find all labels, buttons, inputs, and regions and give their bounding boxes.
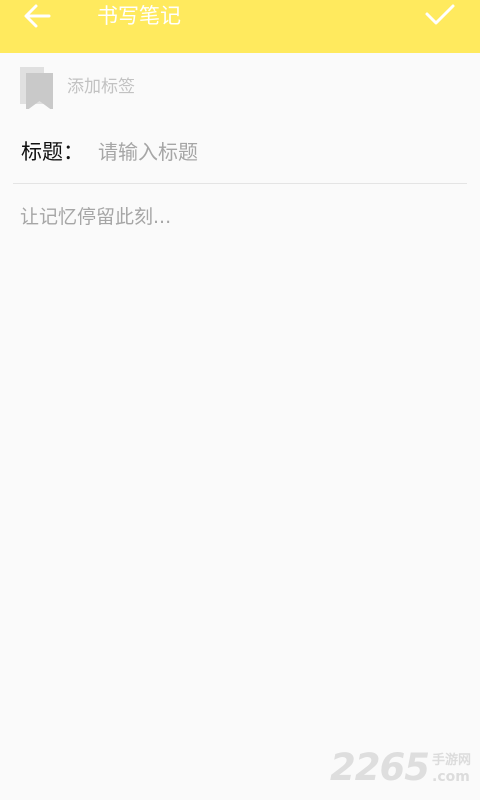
watermark-site: 手游网: [432, 753, 472, 768]
arrow-left-icon: [24, 4, 51, 28]
confirm-button[interactable]: [420, 0, 460, 34]
title-row: 标题：: [0, 128, 480, 176]
page-title: 书写笔记: [97, 4, 181, 28]
add-tag-label: 添加标签: [67, 77, 135, 97]
bookmark-icon: [20, 67, 53, 109]
title-label: 标题：: [21, 140, 84, 164]
note-content-input[interactable]: [20, 203, 460, 723]
watermark-suffix: .com: [432, 769, 470, 785]
back-button[interactable]: [18, 0, 58, 34]
title-input[interactable]: [98, 136, 458, 168]
check-icon: [425, 4, 455, 25]
watermark-logo: 2265 手游网 .com: [330, 745, 480, 793]
watermark-number: 2265: [330, 746, 430, 789]
add-tag-button[interactable]: 添加标签: [0, 60, 480, 112]
divider: [13, 183, 467, 184]
app-toolbar: 书写笔记: [0, 0, 480, 53]
